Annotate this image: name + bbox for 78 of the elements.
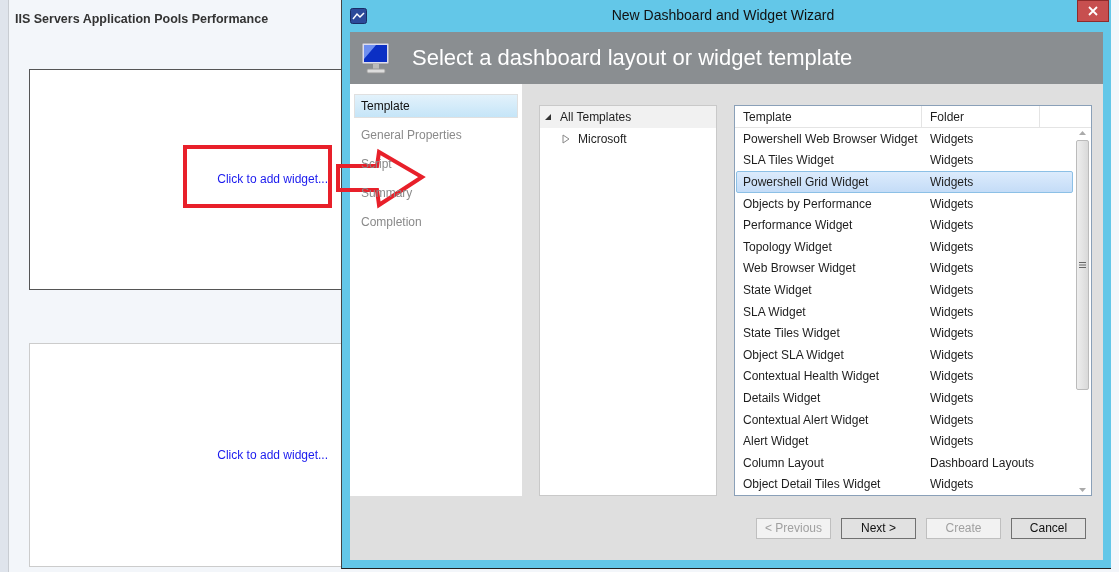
list-row[interactable]: Web Browser Widget Widgets — [736, 257, 1073, 280]
folder-name: Widgets — [929, 238, 975, 256]
scrollbar[interactable] — [1074, 128, 1091, 495]
template-name: Object SLA Widget — [742, 346, 845, 364]
template-name: State Tiles Widget — [742, 325, 841, 343]
expanded-icon[interactable] — [544, 113, 552, 121]
tree-label: All Templates — [560, 109, 632, 126]
wizard-step[interactable]: Completion — [354, 210, 518, 234]
list-row[interactable]: Details Widget Widgets — [736, 387, 1073, 409]
column-header[interactable]: Folder — [922, 106, 1040, 127]
list-row[interactable]: Performance Widget Widgets — [736, 214, 1073, 236]
folder-name: Widgets — [929, 433, 975, 451]
list-row[interactable]: Alert Widget Widgets — [736, 430, 1073, 452]
template-name: Performance Widget — [742, 217, 854, 235]
wizard-heading: Select a dashboard layout or widget template — [412, 44, 853, 73]
list-row[interactable]: Powershell Web Browser Widget Widgets — [736, 128, 1073, 150]
column-header[interactable]: Template — [735, 106, 922, 127]
list-row[interactable]: SLA Tiles Widget Widgets — [736, 149, 1073, 172]
template-name: Details Widget — [742, 389, 822, 407]
list-row[interactable]: Object SLA Widget Widgets — [736, 343, 1073, 366]
window-title: New Dashboard and Widget Wizard — [610, 6, 836, 26]
folder-name: Widgets — [929, 260, 975, 278]
tree-label: Microsoft — [578, 131, 627, 148]
wizard-button[interactable]: Cancel — [1011, 517, 1086, 539]
scroll-thumb[interactable] — [1076, 140, 1089, 390]
folder-name: Widgets — [929, 217, 975, 235]
folder-name: Widgets — [929, 152, 975, 170]
template-name: Objects by Performance — [742, 195, 873, 213]
window-icon — [350, 7, 367, 24]
folder-name: Widgets — [929, 476, 975, 494]
folder-name: Widgets — [929, 411, 975, 429]
close-button[interactable] — [1077, 0, 1109, 22]
template-name: State Widget — [742, 281, 813, 299]
template-name: Column Layout — [742, 454, 825, 472]
collapsed-icon[interactable] — [562, 134, 570, 144]
list-row[interactable]: Column Layout Dashboard Layouts — [736, 451, 1073, 474]
folder-name: Widgets — [929, 174, 975, 191]
scroll-up-icon[interactable] — [1078, 128, 1087, 138]
monitor-icon — [360, 40, 392, 75]
template-name: Contextual Alert Widget — [742, 411, 870, 429]
template-name: Web Browser Widget — [742, 260, 857, 278]
list-row[interactable]: Objects by Performance Widgets — [736, 192, 1073, 215]
list-row[interactable]: Powershell Grid Widget Widgets — [736, 171, 1073, 193]
close-icon — [1088, 6, 1098, 16]
folder-name: Widgets — [929, 325, 975, 343]
template-name: Topology Widget — [742, 238, 833, 256]
list-row[interactable]: Topology Widget Widgets — [736, 235, 1073, 258]
folder-name: Dashboard Layouts — [929, 454, 1036, 472]
folder-name: Widgets — [929, 195, 975, 213]
folder-name: Widgets — [929, 303, 975, 321]
folder-name: Widgets — [929, 368, 975, 386]
wizard-button[interactable]: Next > — [841, 517, 916, 539]
folder-name: Widgets — [929, 281, 975, 299]
list-row[interactable]: SLA Widget Widgets — [736, 300, 1073, 323]
template-name: Alert Widget — [742, 433, 810, 451]
dashboard-title: IIS Servers Application Pools Performance — [15, 11, 269, 28]
wizard-step[interactable]: General Properties — [354, 123, 518, 147]
grip-icon — [1079, 262, 1086, 268]
template-name: Object Detail Tiles Widget — [742, 476, 882, 494]
tree-item[interactable]: All Templates — [540, 106, 716, 128]
add-widget-link[interactable]: Click to add widget... — [217, 170, 328, 189]
folder-name: Widgets — [929, 389, 975, 407]
template-name: Powershell Web Browser Widget — [742, 130, 919, 148]
template-name: Contextual Health Widget — [742, 368, 881, 386]
scroll-down-icon[interactable] — [1078, 485, 1087, 495]
list-row[interactable]: Object Detail Tiles Widget Widgets — [736, 473, 1073, 495]
folder-name: Widgets — [929, 346, 975, 364]
wizard-step[interactable]: Template — [354, 94, 518, 118]
list-row[interactable]: Contextual Health Widget Widgets — [736, 365, 1073, 388]
template-name: Powershell Grid Widget — [742, 174, 870, 191]
tree-item[interactable]: Microsoft — [558, 128, 716, 150]
template-name: SLA Widget — [742, 303, 807, 321]
list-row[interactable]: Contextual Alert Widget Widgets — [736, 408, 1073, 431]
template-name: SLA Tiles Widget — [742, 152, 835, 170]
list-row[interactable]: State Tiles Widget Widgets — [736, 322, 1073, 344]
add-widget-link[interactable]: Click to add widget... — [217, 445, 328, 464]
list-row[interactable]: State Widget Widgets — [736, 279, 1073, 301]
folder-name: Widgets — [929, 130, 975, 148]
